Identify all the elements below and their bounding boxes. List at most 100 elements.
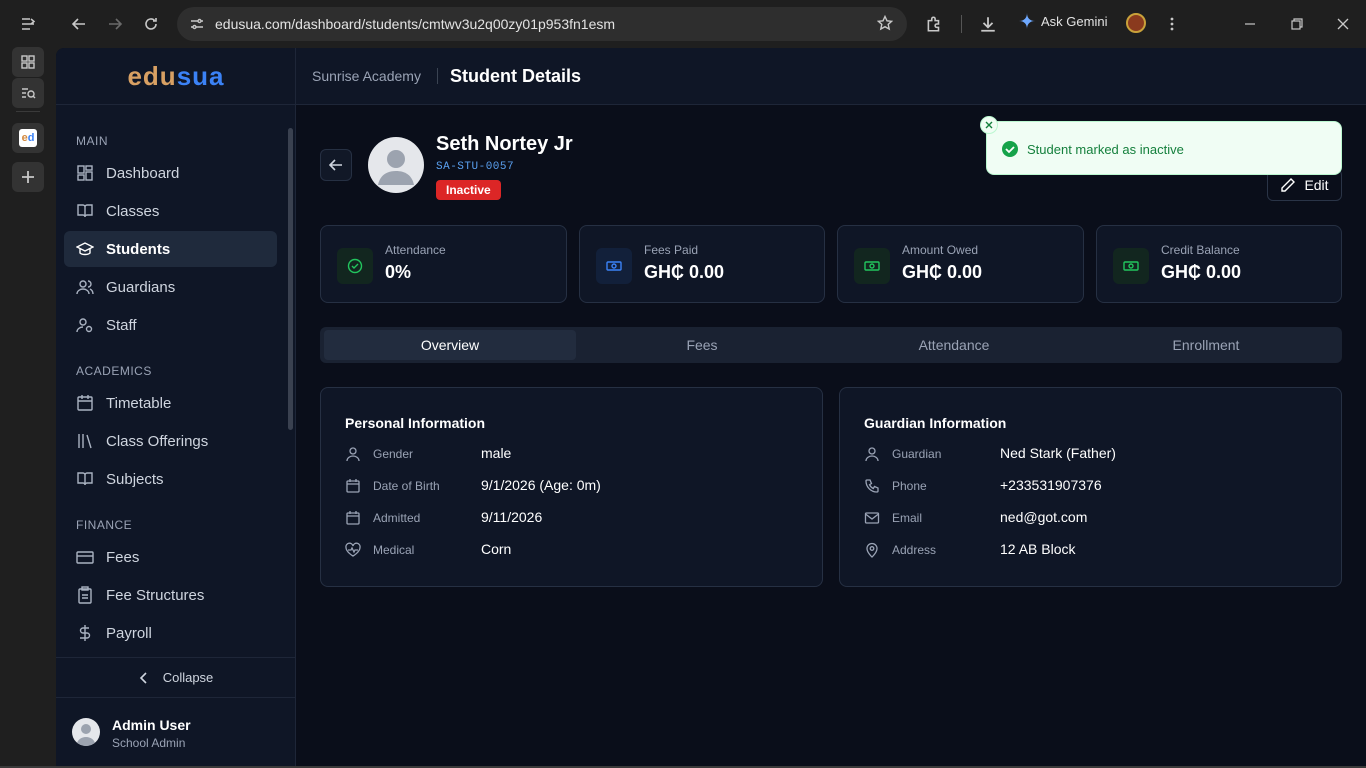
stat-value: GH₵ 0.00 <box>902 262 983 282</box>
sidebar-item-students[interactable]: Students <box>64 231 277 267</box>
check-circle-icon <box>337 248 373 284</box>
stat-label: Fees Paid <box>644 243 699 257</box>
toast-notification: Student marked as inactive <box>980 116 1342 175</box>
page-header: Sunrise Academy Student Details <box>296 48 1366 105</box>
gemini-icon <box>1019 13 1035 29</box>
info-value: +233531907376 <box>1000 477 1102 493</box>
users-icon <box>76 278 94 296</box>
new-tab-button[interactable] <box>12 162 44 192</box>
sidebar-item-subjects[interactable]: Subjects <box>64 461 277 497</box>
page-title: Student Details <box>450 66 582 86</box>
tab-fees[interactable]: Fees <box>576 330 828 360</box>
info-value: Corn <box>481 541 512 557</box>
sidebar-item-label: Classes <box>106 202 160 220</box>
sidebar-item-staff[interactable]: Staff <box>64 307 277 343</box>
download-icon[interactable] <box>974 10 1002 38</box>
info-label: Admitted <box>373 511 421 525</box>
edusua-logo[interactable]: edu sua <box>56 48 296 105</box>
toast-message: Student marked as inactive <box>1027 142 1184 157</box>
browser-toolbar: edusua.com/dashboard/students/cmtwv3u2q0… <box>56 0 1366 48</box>
profile-avatar-icon[interactable] <box>1126 13 1146 33</box>
book-icon <box>76 202 94 220</box>
vertical-tab-strip: ed <box>0 0 56 768</box>
tab-list-icon[interactable] <box>12 10 44 38</box>
tab-search-icon[interactable] <box>12 78 44 108</box>
sidebar-item-classes[interactable]: Classes <box>64 193 277 229</box>
sidebar: edu sua MAIN Dashboard Classes Students G… <box>56 48 296 766</box>
stat-value: GH₵ 0.00 <box>1161 262 1242 282</box>
info-label: Email <box>892 511 923 525</box>
info-label: Guardian <box>892 447 942 461</box>
info-row-admitted: Admitted 9/11/2026 <box>345 509 805 529</box>
mail-icon <box>864 510 880 526</box>
personal-info-card: Personal Information Gender male Date of… <box>320 387 823 587</box>
sidebar-item-label: Fees <box>106 548 140 566</box>
sidebar-item-label: Staff <box>106 316 137 334</box>
current-user[interactable]: Admin User School Admin <box>56 697 296 766</box>
tab-groups-icon[interactable] <box>12 47 44 77</box>
sidebar-item-payroll[interactable]: Payroll <box>64 615 277 651</box>
tab-overview[interactable]: Overview <box>324 330 576 360</box>
back-button[interactable] <box>320 149 352 181</box>
info-label: Medical <box>373 543 415 557</box>
forward-nav-icon[interactable] <box>101 10 129 38</box>
stat-label: Credit Balance <box>1161 243 1240 257</box>
reload-icon[interactable] <box>137 10 165 38</box>
pencil-icon <box>1281 178 1296 192</box>
breadcrumb[interactable]: Sunrise Academy <box>312 68 421 84</box>
info-value: 12 AB Block <box>1000 541 1076 557</box>
student-id: SA-STU-0057 <box>436 161 515 173</box>
info-label: Address <box>892 543 937 557</box>
sidebar-item-dashboard[interactable]: Dashboard <box>64 155 277 191</box>
sidebar-item-guardians[interactable]: Guardians <box>64 269 277 305</box>
stat-card-attendance: Attendance 0% <box>320 225 567 303</box>
toast-close-icon[interactable] <box>980 116 998 134</box>
url-text: edusua.com/dashboard/students/cmtwv3u2q0… <box>215 16 616 32</box>
phone-icon <box>864 478 880 494</box>
info-row-dob: Date of Birth 9/1/2026 (Age: 0m) <box>345 477 805 497</box>
stat-card-credit-balance: Credit Balance GH₵ 0.00 <box>1096 225 1342 303</box>
stat-value: GH₵ 0.00 <box>644 262 725 282</box>
browser-tab-edusua[interactable]: ed <box>12 123 44 153</box>
sidebar-item-label: Dashboard <box>106 164 180 182</box>
section-label-academics: ACADEMICS <box>76 364 152 378</box>
sidebar-item-label: Guardians <box>106 278 176 296</box>
sidebar-item-fee-structures[interactable]: Fee Structures <box>64 577 277 613</box>
dashboard-icon <box>76 164 94 182</box>
banknote-icon <box>596 248 632 284</box>
calendar-icon <box>345 510 361 526</box>
site-info-icon[interactable] <box>189 16 205 32</box>
collapse-button[interactable]: Collapse <box>56 657 296 697</box>
sidebar-scrollbar[interactable] <box>288 128 293 430</box>
extensions-icon[interactable] <box>920 10 948 38</box>
student-avatar <box>368 137 424 193</box>
user-icon <box>864 446 880 462</box>
back-nav-icon[interactable] <box>65 10 93 38</box>
minimize-window-icon[interactable] <box>1236 10 1264 38</box>
toolbar-divider <box>961 15 962 33</box>
info-value: Ned Stark (Father) <box>1000 445 1116 461</box>
edusua-favicon: ed <box>19 129 37 147</box>
tab-enrollment[interactable]: Enrollment <box>1080 330 1332 360</box>
library-icon <box>76 432 94 450</box>
user-icon <box>345 446 361 462</box>
close-window-icon[interactable] <box>1329 10 1357 38</box>
info-label: Date of Birth <box>373 479 440 493</box>
info-value: 9/1/2026 (Age: 0m) <box>481 477 601 493</box>
dollar-icon <box>76 624 94 642</box>
sidebar-item-timetable[interactable]: Timetable <box>64 385 277 421</box>
browser-menu-icon[interactable] <box>1158 10 1186 38</box>
guardian-info-card: Guardian Information Guardian Ned Stark … <box>839 387 1342 587</box>
stat-label: Amount Owed <box>902 243 979 257</box>
ask-gemini-button[interactable]: Ask Gemini <box>1019 13 1107 29</box>
info-label: Phone <box>892 479 927 493</box>
bookmark-star-icon[interactable] <box>877 15 893 31</box>
sidebar-item-fees[interactable]: Fees <box>64 539 277 575</box>
section-label-main: MAIN <box>76 134 108 148</box>
tab-attendance[interactable]: Attendance <box>828 330 1080 360</box>
sidebar-item-class-offerings[interactable]: Class Offerings <box>64 423 277 459</box>
section-label-finance: FINANCE <box>76 518 133 532</box>
map-pin-icon <box>864 542 880 558</box>
restore-window-icon[interactable] <box>1283 10 1311 38</box>
address-bar[interactable]: edusua.com/dashboard/students/cmtwv3u2q0… <box>177 7 907 41</box>
